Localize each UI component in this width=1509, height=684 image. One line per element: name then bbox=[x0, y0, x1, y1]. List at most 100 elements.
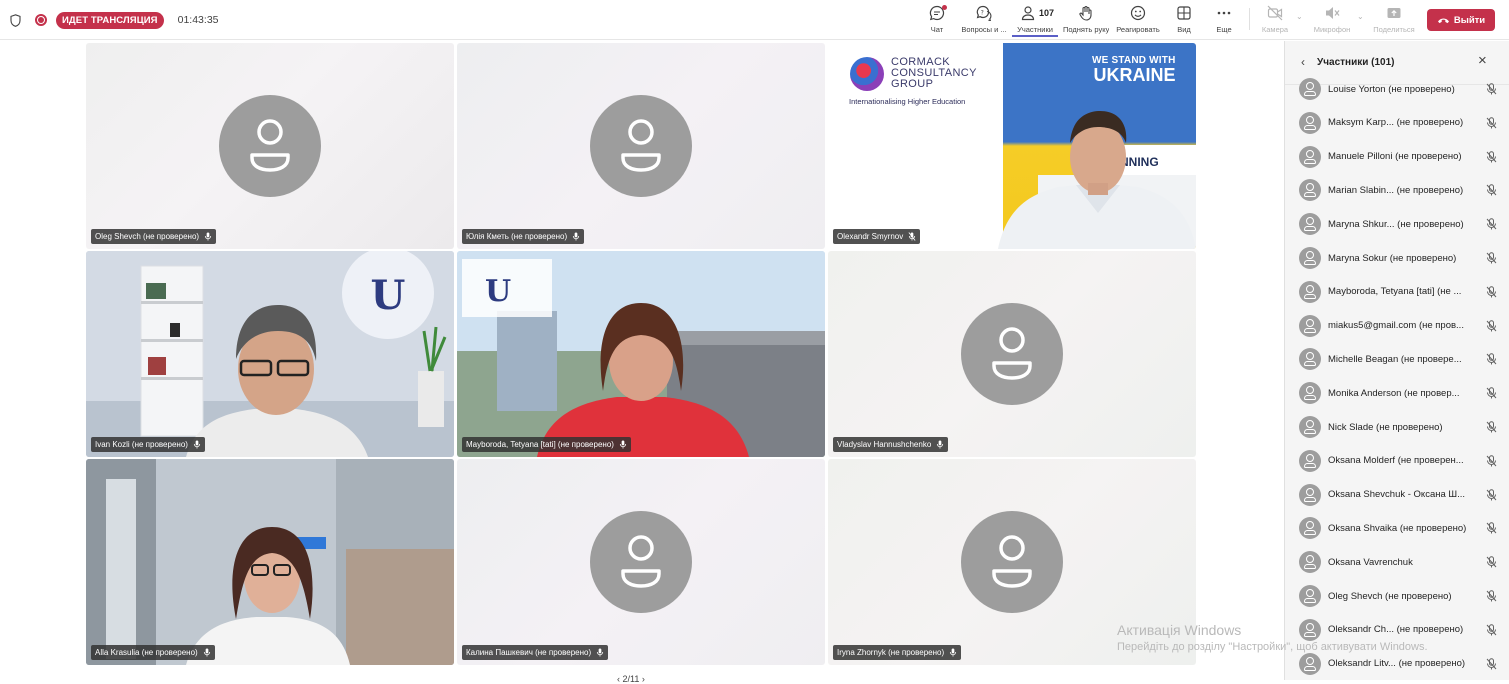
camera-options-chevron-icon[interactable]: ⌄ bbox=[1296, 12, 1303, 21]
participant-name: Mayboroda, Tetyana [tati] (не ... bbox=[1328, 286, 1462, 298]
participant-list-item[interactable]: Monika Anderson (не провер... bbox=[1299, 381, 1499, 405]
mic-options-chevron-icon[interactable]: ⌄ bbox=[1357, 12, 1364, 21]
mic-off-icon bbox=[1486, 252, 1497, 264]
avatar bbox=[1299, 416, 1321, 438]
share-screen-icon bbox=[1387, 8, 1401, 18]
share-button[interactable]: Поделиться bbox=[1371, 5, 1417, 37]
microphone-button[interactable]: Микрофон bbox=[1309, 5, 1355, 37]
mic-icon bbox=[193, 440, 201, 449]
video-tile[interactable]: Oleg Shevch (не проверено) bbox=[86, 43, 454, 249]
participants-button[interactable]: 107 Участники bbox=[1012, 5, 1058, 37]
avatar bbox=[1299, 348, 1321, 371]
back-chevron-icon[interactable]: ‹ bbox=[1301, 55, 1305, 69]
participant-name-tag: Юлія Кметь (не проверено) bbox=[462, 229, 585, 244]
qa-button[interactable]: ? Вопросы и ... bbox=[961, 5, 1007, 37]
participant-name-tag: Mayboroda, Tetyana [tati] (не проверено) bbox=[462, 437, 631, 452]
more-button[interactable]: Еще bbox=[1201, 5, 1247, 37]
avatar bbox=[1299, 111, 1321, 134]
participant-list-item[interactable]: Oleksandr Litv... (не проверено) bbox=[1299, 652, 1499, 676]
participant-list-item[interactable]: Oksana Molderf (не проверен... bbox=[1299, 449, 1499, 473]
video-tile[interactable]: U Ivan Kozli (не проверено) bbox=[86, 251, 454, 457]
video-tile[interactable]: CORMACK CONSULTANCY GROUP Internationali… bbox=[828, 43, 1196, 249]
participant-list-item[interactable]: Maryna Sokur (не проверено) bbox=[1299, 246, 1499, 270]
video-tile[interactable]: Юлія Кметь (не проверено) bbox=[457, 43, 825, 249]
mic-off-icon bbox=[1486, 556, 1497, 568]
live-badge: ИДЕТ ТРАНСЛЯЦИЯ bbox=[56, 11, 164, 29]
participant-name: Nick Slade (не проверено) bbox=[1328, 421, 1443, 433]
mic-off-icon bbox=[1486, 286, 1497, 298]
avatar bbox=[1299, 280, 1321, 303]
participant-video bbox=[86, 459, 454, 665]
participant-name-tag: Калина Пашкевич (не проверено) bbox=[462, 645, 609, 660]
participant-list-item[interactable]: Oleg Shevch (не проверено) bbox=[1299, 584, 1499, 608]
participant-video: U bbox=[86, 251, 454, 457]
mic-off-icon bbox=[1486, 184, 1497, 196]
leave-button[interactable]: Выйти bbox=[1427, 9, 1495, 31]
page-indicator: 2/11 bbox=[622, 674, 640, 684]
svg-text:U: U bbox=[485, 274, 511, 309]
avatar bbox=[1299, 213, 1321, 236]
avatar bbox=[1299, 314, 1321, 337]
participant-list-item[interactable]: Louise Yorton (не проверено) bbox=[1299, 77, 1499, 101]
mic-icon bbox=[950, 648, 957, 657]
mic-off-icon bbox=[1486, 590, 1497, 602]
recording-icon bbox=[35, 14, 47, 26]
participant-list-item[interactable]: Michelle Beagan (не провере... bbox=[1299, 347, 1499, 371]
previous-page-icon[interactable]: ‹ bbox=[617, 674, 620, 684]
avatar bbox=[590, 511, 692, 613]
participant-list-item[interactable]: Oksana Vavrenchuk bbox=[1299, 550, 1499, 574]
chat-button[interactable]: Чат bbox=[914, 5, 960, 37]
svg-text:?: ? bbox=[981, 9, 984, 16]
mic-icon bbox=[573, 232, 580, 241]
participant-name: Maryna Sokur (не проверено) bbox=[1328, 252, 1457, 264]
avatar bbox=[1299, 78, 1321, 100]
mic-off-icon bbox=[1486, 421, 1497, 433]
mic-icon bbox=[597, 648, 604, 657]
windows-activation-hint: Перейдіть до розділу "Настройки", щоб ак… bbox=[1117, 641, 1428, 653]
avatar bbox=[1299, 517, 1321, 540]
person-icon bbox=[621, 535, 661, 588]
video-tile[interactable]: Калина Пашкевич (не проверено) bbox=[457, 459, 825, 665]
participant-name: Maryna Shkur... (не проверено) bbox=[1328, 218, 1464, 230]
participant-name: Oleg Shevch (не проверено) bbox=[1328, 590, 1452, 602]
participant-list-item[interactable]: Maksym Karp... (не проверено) bbox=[1299, 111, 1499, 135]
raise-hand-button[interactable]: Поднять руку bbox=[1063, 5, 1109, 37]
participant-name: Oksana Molderf (не проверен... bbox=[1328, 455, 1464, 467]
mic-off-icon bbox=[1326, 7, 1340, 19]
participant-video bbox=[998, 111, 1196, 249]
participant-name: Oleksandr Litv... (не проверено) bbox=[1328, 658, 1466, 670]
participant-list-item[interactable]: Marian Slabin... (не проверено) bbox=[1299, 178, 1499, 202]
chat-unread-dot bbox=[942, 5, 947, 10]
participant-list-item[interactable]: Manuele Pilloni (не проверено) bbox=[1299, 145, 1499, 169]
mic-off-icon bbox=[1486, 387, 1497, 399]
avatar bbox=[1299, 179, 1321, 202]
participant-list-item[interactable]: Oksana Shvaika (не проверено) bbox=[1299, 516, 1499, 540]
participant-list-item[interactable]: Oksana Shevchuk - Оксана Ш... bbox=[1299, 483, 1499, 507]
participant-name-tag: Alla Krasulia (не проверено) bbox=[91, 645, 215, 660]
react-button[interactable]: Реагировать bbox=[1115, 5, 1161, 37]
participant-list-item[interactable]: Oleksandr Ch... (не проверено) bbox=[1299, 618, 1499, 642]
cormack-logo bbox=[850, 57, 884, 91]
mic-off-icon bbox=[1486, 353, 1497, 365]
close-icon[interactable]: × bbox=[1478, 52, 1487, 69]
pagination: ‹ 2/11 › bbox=[617, 674, 645, 684]
next-page-icon[interactable]: › bbox=[642, 674, 645, 684]
video-tile[interactable]: U Mayboroda, Tetyana [tati] (не проверен… bbox=[457, 251, 825, 457]
mic-off-icon bbox=[1486, 624, 1497, 636]
avatar bbox=[961, 303, 1063, 405]
video-tile[interactable]: Vladyslav Hannushchenko bbox=[828, 251, 1196, 457]
camera-button[interactable]: Камера bbox=[1252, 5, 1298, 37]
mic-off-icon bbox=[1486, 117, 1497, 129]
participant-list-item[interactable]: miakus5@gmail.com (не пров... bbox=[1299, 314, 1499, 338]
mic-off-icon bbox=[1486, 150, 1497, 163]
participant-list-item[interactable]: Nick Slade (не проверено) bbox=[1299, 415, 1499, 439]
participant-list-item[interactable]: Mayboroda, Tetyana [tati] (не ... bbox=[1299, 280, 1499, 304]
camera-off-icon bbox=[1267, 5, 1283, 21]
mic-icon bbox=[619, 440, 627, 449]
avatar bbox=[1299, 551, 1321, 574]
mic-off-icon bbox=[1486, 319, 1497, 332]
avatar bbox=[1299, 585, 1321, 607]
video-tile[interactable]: Alla Krasulia (не проверено) bbox=[86, 459, 454, 665]
person-icon bbox=[992, 327, 1032, 380]
participant-list-item[interactable]: Maryna Shkur... (не проверено) bbox=[1299, 212, 1499, 236]
